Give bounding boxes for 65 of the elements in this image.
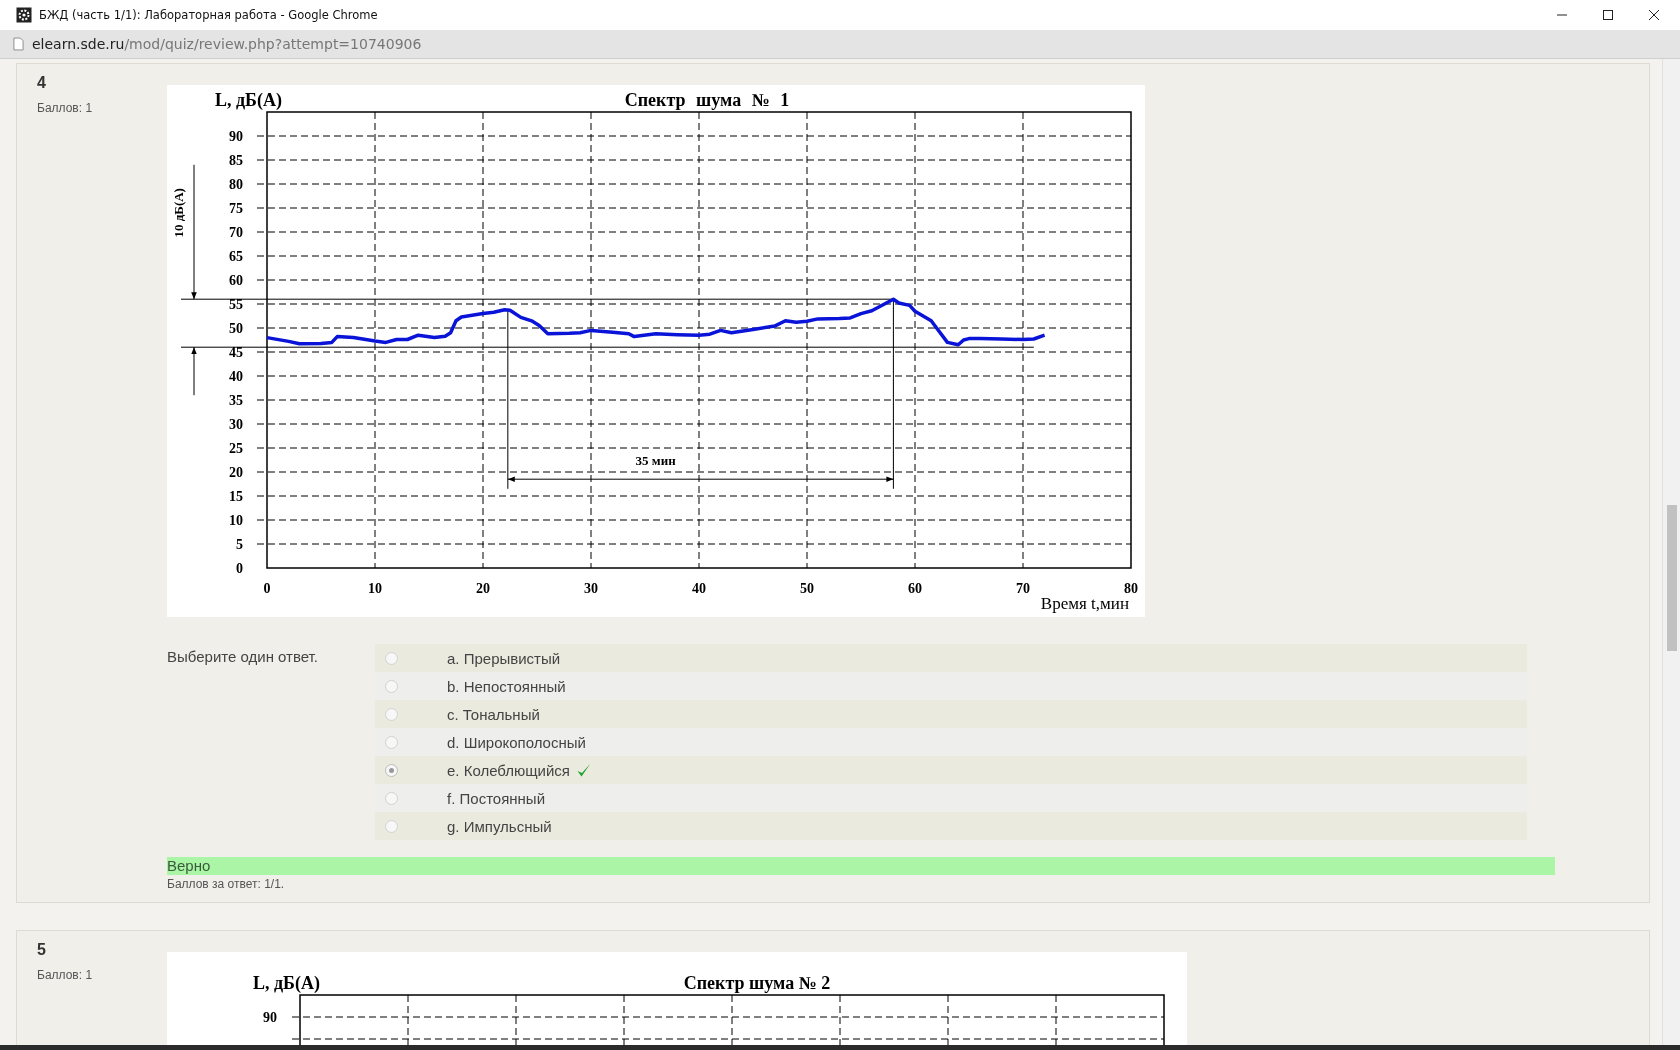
x-tick-label: 60 [908,581,922,596]
y-tick-label: 90 [229,129,243,144]
url-field[interactable]: elearn.sde.ru/mod/quiz/review.php?attempt=10740906 [32,36,422,52]
answer-prompt: Выберите один ответ. [167,647,319,667]
scrollbar-thumb[interactable] [1667,505,1677,651]
y-tick-label: 15 [229,489,243,504]
x-tick-label: 40 [692,581,706,596]
question-points: Баллов: 1 [37,968,94,982]
y-tick-label: 80 [229,177,243,192]
y-tick-label: 20 [229,465,243,480]
y-tick-label: 35 [229,393,243,408]
x-axis-title: Время t,мин [1040,594,1129,613]
maximize-icon[interactable] [1602,9,1614,21]
chart-title: Спектр шума № 1 [624,90,790,110]
x-tick-label: 10 [368,581,382,596]
answer-option[interactable]: g. Импульсный [447,817,552,835]
app-icon [16,7,32,23]
band-label: 10 дБ(А) [171,188,186,238]
y-tick-label: 55 [229,297,243,312]
question-number: 4 [37,74,47,92]
scrollbar[interactable] [1662,59,1680,1045]
answer-option[interactable]: b. Непостоянный [447,677,566,695]
radio-button[interactable] [385,679,398,693]
radio-button[interactable] [385,651,398,665]
answer-score: Баллов за ответ: 1/1. [167,877,286,891]
y-tick-label: 10 [229,513,243,528]
radio-button[interactable] [385,763,398,777]
y-tick-label: 45 [229,345,243,360]
x-tick-label: 80 [1124,581,1138,596]
radio-button[interactable] [385,791,398,805]
y-tick-label: 50 [229,321,243,336]
window-title: БЖД (часть 1/1): Лабораторная работа - Google Chrome [39,8,378,22]
y-tick-label: 65 [229,249,243,264]
answer-option[interactable]: a. Прерывистый [447,649,561,667]
y-axis-title: L, дБ(А) [253,973,320,993]
x-tick-label: 30 [584,581,598,596]
y-tick-label: 5 [236,537,243,552]
duration-label: 35 мин [635,452,676,468]
radio-button[interactable] [385,819,398,833]
y-tick-label: 90 [263,1010,277,1025]
y-tick-label: 30 [229,417,243,432]
answer-option[interactable]: f. Постоянный [447,789,546,807]
y-tick-label: 85 [229,153,243,168]
x-tick-label: 0 [263,581,271,596]
close-icon[interactable] [1648,9,1660,21]
answer-option[interactable]: d. Широкополосный [447,733,586,751]
x-tick-label: 20 [476,581,490,596]
y-tick-label: 60 [229,273,243,288]
y-tick-label: 0 [236,561,243,576]
radio-button[interactable] [385,707,398,721]
answer-option[interactable]: c. Тональный [447,705,540,723]
feedback-bar: Верно [167,857,1555,875]
page-icon [13,37,24,51]
y-tick-label: 25 [229,441,243,456]
y-tick-label: 70 [229,225,243,240]
x-tick-label: 70 [1016,581,1030,596]
answer-option[interactable]: e. Колеблющийся [447,761,570,779]
chart-title: Спектр шума № 2 [683,973,831,993]
question-points: Баллов: 1 [37,101,94,115]
y-tick-label: 75 [229,201,243,216]
x-tick-label: 50 [800,581,814,596]
question-number: 5 [37,941,47,959]
y-tick-label: 40 [229,369,243,384]
radio-button[interactable] [385,735,398,749]
y-axis-title: L, дБ(А) [215,90,282,110]
